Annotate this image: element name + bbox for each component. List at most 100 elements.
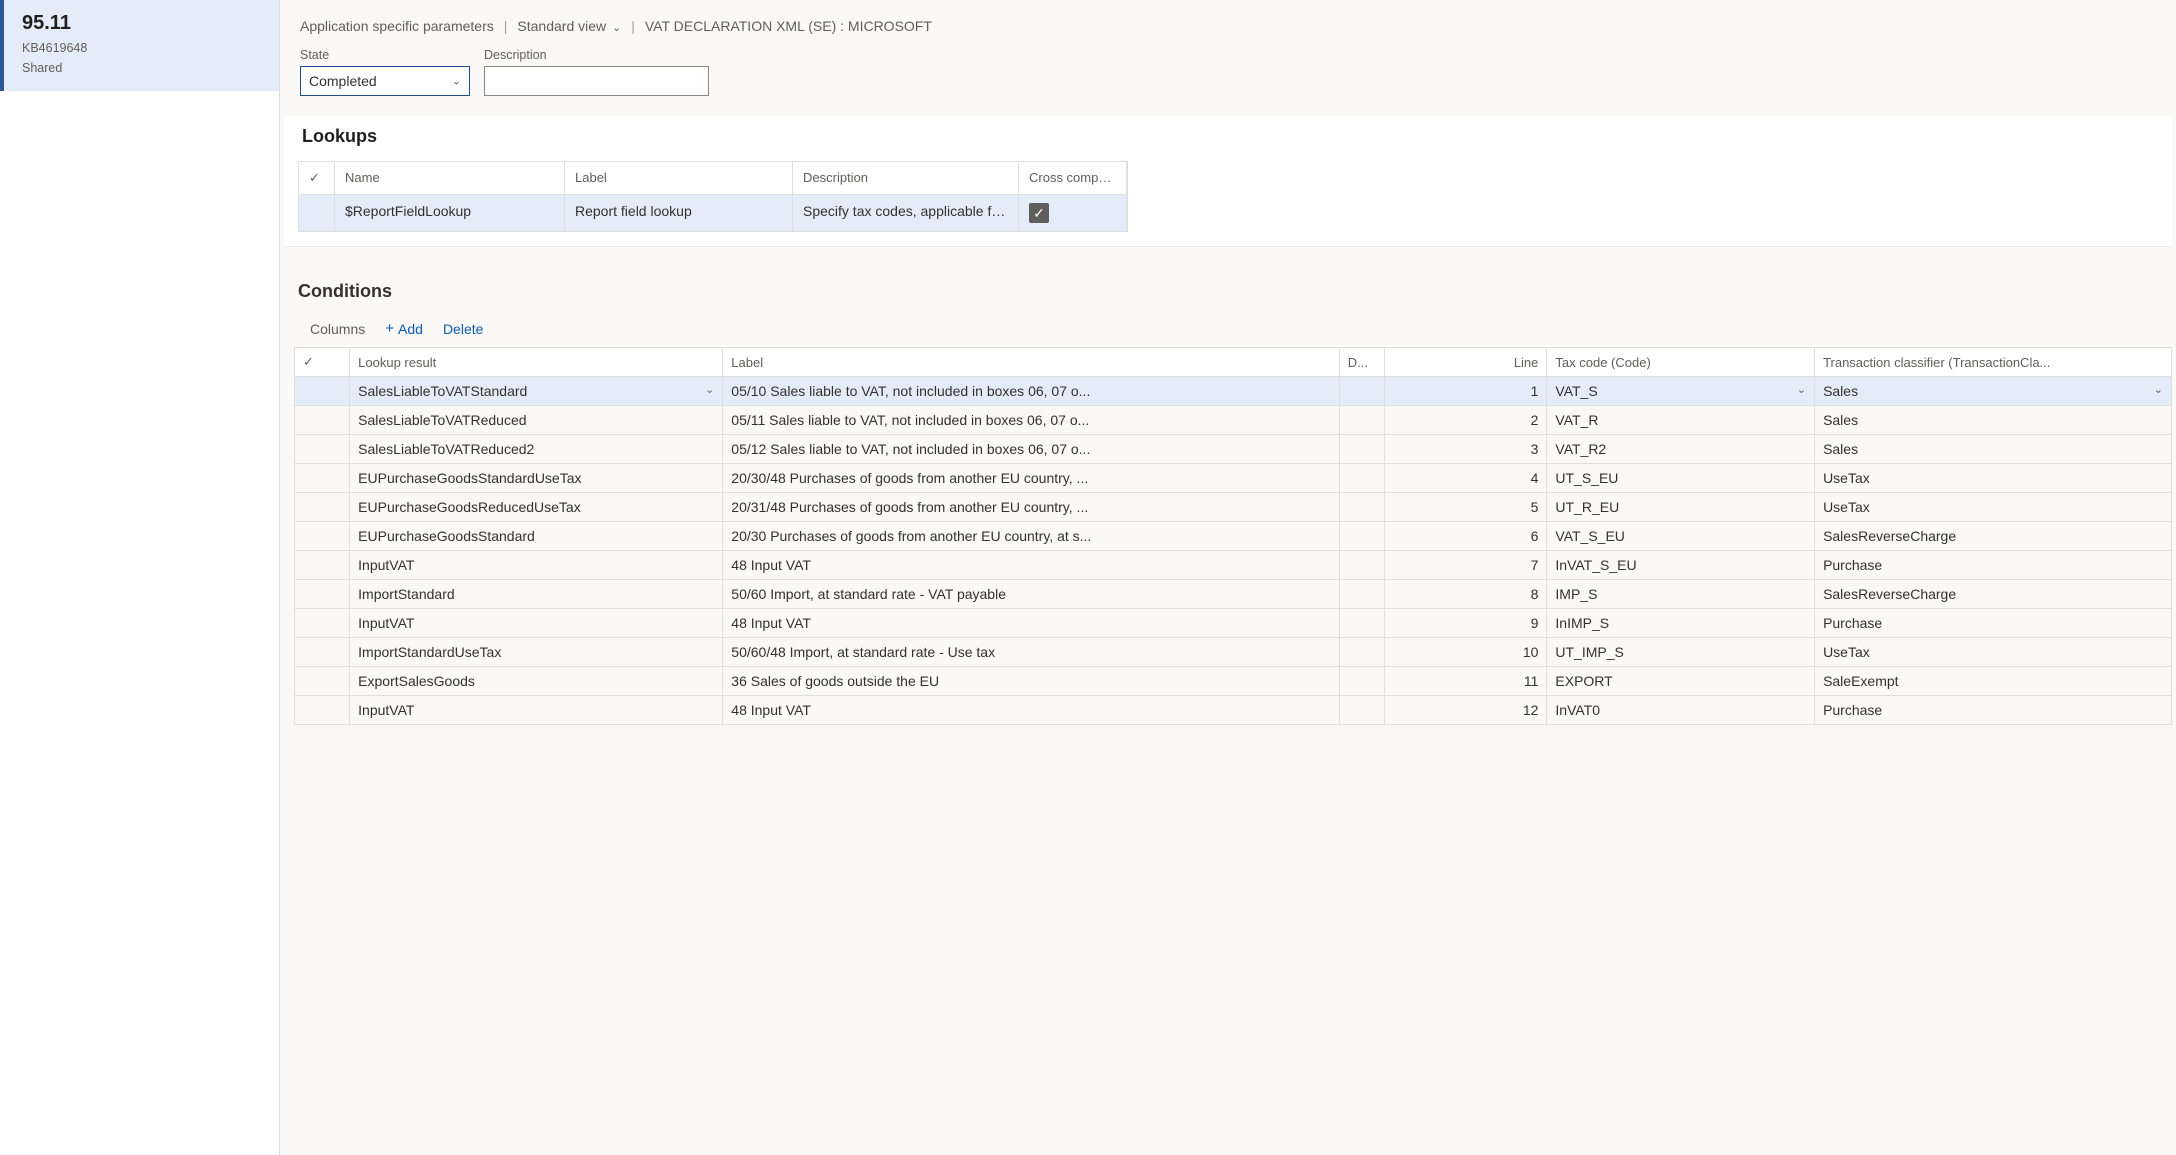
- row-d[interactable]: [1339, 667, 1384, 696]
- columns-button[interactable]: Columns: [310, 321, 365, 337]
- row-class[interactable]: Sales: [1815, 406, 2172, 435]
- lookups-row-cross[interactable]: ✓: [1019, 195, 1127, 231]
- lookups-row-name[interactable]: $ReportFieldLookup: [335, 195, 565, 231]
- row-label[interactable]: 36 Sales of goods outside the EU: [723, 667, 1339, 696]
- row-label[interactable]: 20/30 Purchases of goods from another EU…: [723, 522, 1339, 551]
- row-code[interactable]: IMP_S: [1547, 580, 1815, 609]
- lookups-col-description[interactable]: Description: [793, 162, 1019, 195]
- row-code[interactable]: UT_IMP_S: [1547, 638, 1815, 667]
- table-row[interactable]: ImportStandardUseTax50/60/48 Import, at …: [295, 638, 2172, 667]
- cond-col-select[interactable]: ✓: [295, 348, 350, 377]
- row-select[interactable]: [295, 406, 350, 435]
- row-line[interactable]: 8: [1385, 580, 1547, 609]
- breadcrumb-app-params[interactable]: Application specific parameters: [300, 18, 494, 34]
- row-d[interactable]: [1339, 638, 1384, 667]
- row-class[interactable]: Purchase: [1815, 696, 2172, 725]
- row-d[interactable]: [1339, 551, 1384, 580]
- state-select[interactable]: Completed ⌄: [300, 66, 470, 96]
- table-row[interactable]: SalesLiableToVATStandard⌄05/10 Sales lia…: [295, 377, 2172, 406]
- row-label[interactable]: 20/30/48 Purchases of goods from another…: [723, 464, 1339, 493]
- row-code[interactable]: VAT_R: [1547, 406, 1815, 435]
- row-code[interactable]: VAT_R2: [1547, 435, 1815, 464]
- table-row[interactable]: ImportStandard50/60 Import, at standard …: [295, 580, 2172, 609]
- table-row[interactable]: EUPurchaseGoodsStandardUseTax20/30/48 Pu…: [295, 464, 2172, 493]
- breadcrumb-view[interactable]: Standard view ⌄: [517, 18, 621, 34]
- row-code[interactable]: VAT_S_EU: [1547, 522, 1815, 551]
- row-code[interactable]: UT_S_EU: [1547, 464, 1815, 493]
- row-class[interactable]: UseTax: [1815, 464, 2172, 493]
- row-result[interactable]: EUPurchaseGoodsStandardUseTax: [350, 464, 723, 493]
- row-line[interactable]: 11: [1385, 667, 1547, 696]
- row-result[interactable]: EUPurchaseGoodsStandard: [350, 522, 723, 551]
- table-row[interactable]: ExportSalesGoods36 Sales of goods outsid…: [295, 667, 2172, 696]
- row-line[interactable]: 4: [1385, 464, 1547, 493]
- version-card[interactable]: 95.11 KB4619648 Shared: [0, 0, 279, 91]
- cond-col-label[interactable]: Label: [723, 348, 1339, 377]
- row-code[interactable]: InIMP_S: [1547, 609, 1815, 638]
- row-code[interactable]: EXPORT: [1547, 667, 1815, 696]
- row-select[interactable]: [295, 667, 350, 696]
- row-label[interactable]: 20/31/48 Purchases of goods from another…: [723, 493, 1339, 522]
- lookups-col-label[interactable]: Label: [565, 162, 793, 195]
- row-line[interactable]: 6: [1385, 522, 1547, 551]
- row-class[interactable]: SalesReverseCharge: [1815, 580, 2172, 609]
- row-line[interactable]: 1: [1385, 377, 1547, 406]
- row-label[interactable]: 48 Input VAT: [723, 696, 1339, 725]
- row-d[interactable]: [1339, 464, 1384, 493]
- row-label[interactable]: 05/12 Sales liable to VAT, not included …: [723, 435, 1339, 464]
- row-class[interactable]: Sales⌄: [1815, 377, 2172, 406]
- row-line[interactable]: 5: [1385, 493, 1547, 522]
- row-select[interactable]: [295, 638, 350, 667]
- row-line[interactable]: 3: [1385, 435, 1547, 464]
- row-line[interactable]: 12: [1385, 696, 1547, 725]
- table-row[interactable]: EUPurchaseGoodsReducedUseTax20/31/48 Pur…: [295, 493, 2172, 522]
- row-select[interactable]: [295, 580, 350, 609]
- row-result[interactable]: SalesLiableToVATStandard⌄: [350, 377, 723, 406]
- lookups-row-label[interactable]: Report field lookup: [565, 195, 793, 231]
- lookups-col-select[interactable]: ✓: [299, 162, 335, 195]
- description-input[interactable]: [484, 66, 709, 96]
- row-result[interactable]: SalesLiableToVATReduced: [350, 406, 723, 435]
- row-select[interactable]: [295, 377, 350, 406]
- row-result[interactable]: InputVAT: [350, 551, 723, 580]
- lookups-col-cross[interactable]: Cross company: [1019, 162, 1127, 195]
- row-label[interactable]: 50/60 Import, at standard rate - VAT pay…: [723, 580, 1339, 609]
- lookups-row-select[interactable]: [299, 195, 335, 231]
- row-result[interactable]: ExportSalesGoods: [350, 667, 723, 696]
- row-class[interactable]: SalesReverseCharge: [1815, 522, 2172, 551]
- row-result[interactable]: SalesLiableToVATReduced2: [350, 435, 723, 464]
- cond-col-code[interactable]: Tax code (Code): [1547, 348, 1815, 377]
- row-d[interactable]: [1339, 493, 1384, 522]
- row-label[interactable]: 48 Input VAT: [723, 551, 1339, 580]
- row-class[interactable]: Sales: [1815, 435, 2172, 464]
- row-select[interactable]: [295, 522, 350, 551]
- row-d[interactable]: [1339, 377, 1384, 406]
- row-line[interactable]: 2: [1385, 406, 1547, 435]
- row-line[interactable]: 7: [1385, 551, 1547, 580]
- row-class[interactable]: UseTax: [1815, 638, 2172, 667]
- row-d[interactable]: [1339, 406, 1384, 435]
- row-result[interactable]: ImportStandard: [350, 580, 723, 609]
- row-label[interactable]: 05/11 Sales liable to VAT, not included …: [723, 406, 1339, 435]
- table-row[interactable]: EUPurchaseGoodsStandard20/30 Purchases o…: [295, 522, 2172, 551]
- row-select[interactable]: [295, 435, 350, 464]
- table-row[interactable]: InputVAT48 Input VAT12InVAT0Purchase: [295, 696, 2172, 725]
- cond-col-d[interactable]: D...: [1339, 348, 1384, 377]
- row-line[interactable]: 10: [1385, 638, 1547, 667]
- table-row[interactable]: InputVAT48 Input VAT 7InVAT_S_EUPurchase: [295, 551, 2172, 580]
- row-class[interactable]: UseTax: [1815, 493, 2172, 522]
- row-d[interactable]: [1339, 522, 1384, 551]
- row-select[interactable]: [295, 609, 350, 638]
- cond-col-class[interactable]: Transaction classifier (TransactionCla..…: [1815, 348, 2172, 377]
- delete-button[interactable]: Delete: [443, 321, 483, 337]
- row-result[interactable]: EUPurchaseGoodsReducedUseTax: [350, 493, 723, 522]
- row-class[interactable]: Purchase: [1815, 551, 2172, 580]
- row-result[interactable]: InputVAT: [350, 609, 723, 638]
- lookups-col-name[interactable]: Name: [335, 162, 565, 195]
- lookups-row-description[interactable]: Specify tax codes, applicable for...: [793, 195, 1019, 231]
- row-result[interactable]: InputVAT: [350, 696, 723, 725]
- row-label[interactable]: 50/60/48 Import, at standard rate - Use …: [723, 638, 1339, 667]
- row-code[interactable]: InVAT_S_EU: [1547, 551, 1815, 580]
- row-label[interactable]: 48 Input VAT: [723, 609, 1339, 638]
- add-button[interactable]: + Add: [385, 320, 423, 337]
